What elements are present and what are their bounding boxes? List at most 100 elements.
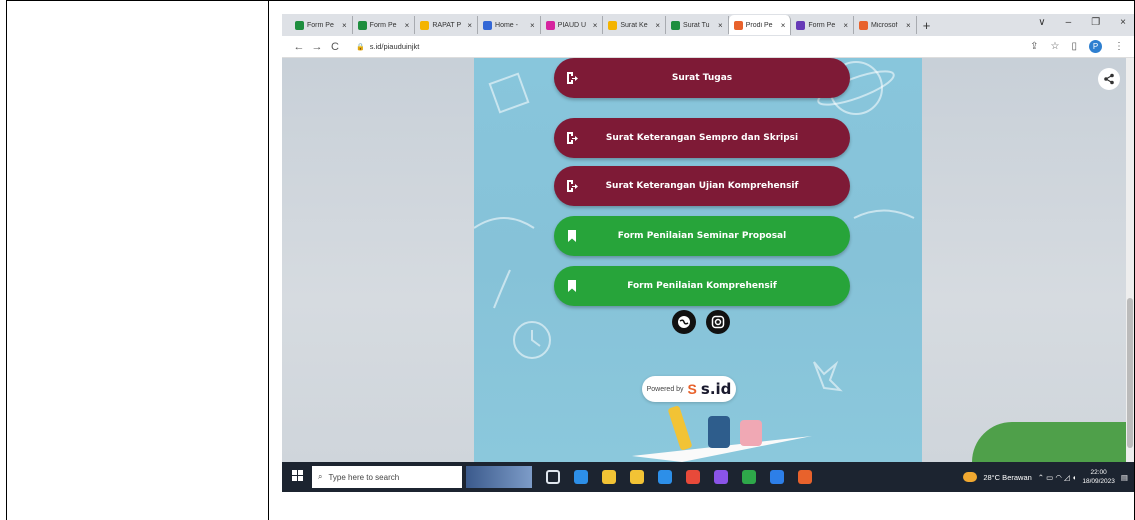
close-window-icon[interactable]: × xyxy=(1120,17,1126,28)
scroll-thumb[interactable] xyxy=(1127,298,1133,448)
tab-label: Form Pe xyxy=(369,21,397,29)
back-icon[interactable]: ← xyxy=(290,41,308,53)
tab-close-icon[interactable]: × xyxy=(342,21,347,30)
hill-right xyxy=(972,422,1134,462)
reload-icon[interactable]: C xyxy=(326,41,344,53)
link-button[interactable]: Form Penilaian Komprehensif xyxy=(554,266,850,306)
tab-favicon-icon xyxy=(545,20,555,30)
browser-tab[interactable]: Form Pe × xyxy=(791,16,855,34)
tab-strip: Form Pe × Form Pe × RAPAT P × Home - × PIAUD U × S… xyxy=(282,14,1134,36)
tab-close-icon[interactable]: × xyxy=(718,21,723,30)
tab-favicon-icon xyxy=(295,20,304,30)
browser-tab[interactable]: Home - × xyxy=(478,16,541,34)
taskbar-app-icon[interactable] xyxy=(658,470,672,484)
notifications-icon[interactable]: ▤ xyxy=(1121,473,1128,482)
restore-icon[interactable]: ❐ xyxy=(1091,17,1100,28)
bookmark-icon xyxy=(568,230,576,242)
link-button-label: Surat Tugas xyxy=(671,73,733,83)
link-button[interactable]: Form Penilaian Seminar Proposal xyxy=(554,216,850,256)
menu-icon[interactable]: ⋮ xyxy=(1114,41,1124,52)
profile-avatar[interactable]: P xyxy=(1089,40,1102,53)
windows-logo-icon xyxy=(291,470,303,481)
tab-close-icon[interactable]: × xyxy=(781,21,786,30)
tab-favicon-icon xyxy=(420,20,430,30)
powered-by-text: Powered by xyxy=(646,385,684,393)
taskbar-app-icon[interactable] xyxy=(770,470,784,484)
login-icon xyxy=(567,180,578,192)
sid-logo-mark: S xyxy=(687,381,697,397)
tab-label: Prodi Pe xyxy=(745,21,773,29)
browser-tab[interactable]: Microsof × xyxy=(854,16,917,34)
tab-close-icon[interactable]: × xyxy=(655,21,660,30)
taskbar-search[interactable]: ⌕ Type here to search xyxy=(312,466,462,488)
start-button[interactable] xyxy=(282,468,312,486)
search-placeholder: Type here to search xyxy=(328,472,400,482)
link-button-label: Surat Keterangan Ujian Komprehensif xyxy=(605,181,799,191)
browser-screenshot: Form Pe × Form Pe × RAPAT P × Home - × PIAUD U × S… xyxy=(282,14,1134,492)
clock[interactable]: 22:00 18/09/2023 xyxy=(1082,468,1115,486)
instagram-icon[interactable] xyxy=(706,310,730,334)
tab-label: Microsof xyxy=(871,21,898,29)
browser-tab[interactable]: Surat Tu × xyxy=(666,16,729,34)
tab-label: PIAUD U xyxy=(557,21,587,29)
scrollbar[interactable] xyxy=(1126,58,1134,462)
taskbar-app-icon[interactable] xyxy=(546,470,560,484)
share-icon xyxy=(1104,73,1114,85)
taskbar-app-icon[interactable] xyxy=(574,470,588,484)
tab-label: Surat Ke xyxy=(620,21,648,29)
bookmark-star-icon[interactable]: ☆ xyxy=(1051,41,1060,52)
new-tab-button[interactable]: + xyxy=(923,18,931,33)
share-button[interactable] xyxy=(1098,68,1120,90)
browser-tab[interactable]: PIAUD U × xyxy=(541,16,604,34)
address-bar[interactable]: 🔒 s.id/piauduinjkt xyxy=(350,39,1030,55)
tab-close-icon[interactable]: × xyxy=(467,21,472,30)
tab-favicon-icon xyxy=(859,20,869,30)
taskbar-app-icon[interactable] xyxy=(798,470,812,484)
tab-close-icon[interactable]: × xyxy=(906,21,911,30)
tab-label: RAPAT P xyxy=(432,21,462,29)
browser-tab[interactable]: Prodi Pe × xyxy=(728,15,792,35)
link-button-label: Form Penilaian Komprehensif xyxy=(627,281,777,291)
side-panel-icon[interactable]: ▯ xyxy=(1071,41,1077,52)
bookmark-icon xyxy=(568,280,576,292)
link-button[interactable]: Surat Keterangan Ujian Komprehensif xyxy=(554,166,850,206)
tab-label: Form Pe xyxy=(808,21,836,29)
forward-icon[interactable]: → xyxy=(308,41,326,53)
system-tray: 28°C Berawan ⌃ ▭ ◠ ◿ ◖ 22:00 18/09/2023 … xyxy=(963,462,1128,492)
search-highlight-image[interactable] xyxy=(466,466,532,488)
browser-tab[interactable]: Form Pe × xyxy=(353,16,416,34)
link-button[interactable]: Surat Tugas xyxy=(554,58,850,98)
table-border-top xyxy=(6,0,1135,1)
tab-label: Surat Tu xyxy=(683,21,710,29)
taskbar-app-icon[interactable] xyxy=(742,470,756,484)
browser-tab[interactable]: Form Pe × xyxy=(290,16,353,34)
website-icon[interactable] xyxy=(672,310,696,334)
taskbar-app-icon[interactable] xyxy=(714,470,728,484)
browser-tab[interactable]: RAPAT P × xyxy=(415,16,479,34)
tab-close-icon[interactable]: × xyxy=(843,21,848,30)
taskbar-app-icon[interactable] xyxy=(686,470,700,484)
tab-label: Form Pe xyxy=(307,21,334,29)
sid-logo-text: s.id xyxy=(700,380,732,398)
link-button[interactable]: Surat Keterangan Sempro dan Skripsi xyxy=(554,118,850,158)
link-button-label: Surat Keterangan Sempro dan Skripsi xyxy=(605,133,799,143)
page-content: Surat Tugas Surat Keterangan Sempro dan S… xyxy=(282,58,1134,462)
tab-favicon-icon xyxy=(671,20,681,30)
weather-text[interactable]: 28°C Berawan xyxy=(983,473,1031,482)
browser-tab[interactable]: Surat Ke × xyxy=(603,16,667,34)
tab-close-icon[interactable]: × xyxy=(530,21,535,30)
minimize-icon[interactable]: – xyxy=(1066,17,1072,28)
taskbar-app-icon[interactable] xyxy=(602,470,616,484)
tab-search-icon[interactable]: ∨ xyxy=(1038,17,1045,28)
tray-icons[interactable]: ⌃ ▭ ◠ ◿ ◖ xyxy=(1038,473,1077,482)
tab-label: Home - xyxy=(495,21,518,29)
search-icon: ⌕ xyxy=(318,472,323,481)
document-page: Form Pe × Form Pe × RAPAT P × Home - × PIAUD U × S… xyxy=(0,0,1135,520)
tab-close-icon[interactable]: × xyxy=(593,21,598,30)
table-border-left xyxy=(6,0,7,520)
tab-close-icon[interactable]: × xyxy=(405,21,410,30)
weather-icon xyxy=(963,472,978,482)
taskbar-app-icon[interactable] xyxy=(630,470,644,484)
share-page-icon[interactable]: ⇪ xyxy=(1030,41,1038,52)
lock-icon: 🔒 xyxy=(356,43,365,51)
